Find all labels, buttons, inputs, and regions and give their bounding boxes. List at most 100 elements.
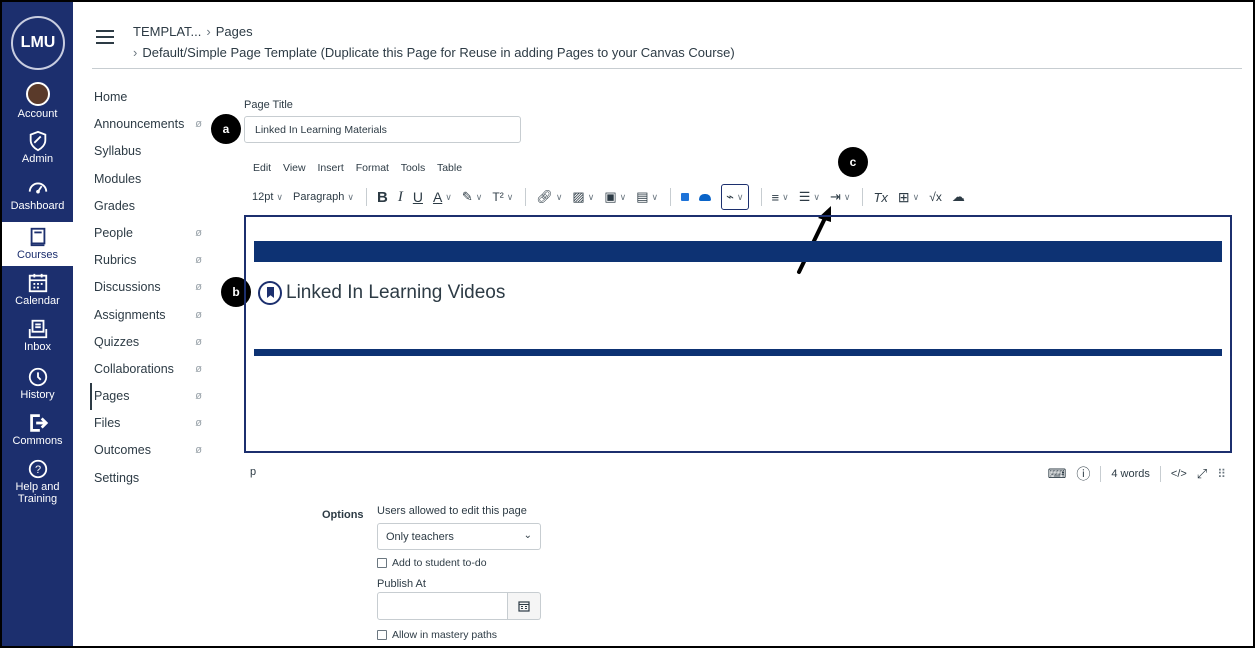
course-nav-item-settings[interactable]: Settings bbox=[94, 465, 204, 492]
screenshot-frame: LMU Account Admin Dashboard Courses Cale… bbox=[0, 0, 1255, 648]
resize-handle-icon[interactable]: ⠿ bbox=[1217, 467, 1226, 481]
font-size-select[interactable]: 12pt ∨ bbox=[252, 185, 283, 209]
link-icon[interactable]: 🔗︎ ∨ bbox=[536, 185, 562, 209]
course-nav-label: Settings bbox=[94, 470, 140, 485]
divider-band bbox=[254, 349, 1222, 356]
nav-admin[interactable]: Admin bbox=[2, 130, 73, 165]
menu-format[interactable]: Format bbox=[356, 162, 389, 174]
student-todo-checkbox[interactable]: Add to student to-do bbox=[377, 557, 487, 569]
cloud-upload-icon[interactable]: ☁ bbox=[952, 185, 965, 209]
menu-view[interactable]: View bbox=[283, 162, 306, 174]
text-color-icon[interactable]: A ∨ bbox=[433, 185, 452, 209]
superscript-icon[interactable]: T² ∨ bbox=[492, 185, 513, 209]
course-nav-label: Discussions bbox=[94, 280, 161, 295]
table-icon[interactable]: ⊞ ∨ bbox=[898, 185, 919, 209]
course-nav-item-syllabus[interactable]: Syllabus bbox=[94, 138, 204, 165]
italic-icon[interactable]: I bbox=[398, 185, 403, 209]
course-nav-item-home[interactable]: Home bbox=[94, 84, 204, 111]
media-icon[interactable]: ▣ ∨ bbox=[604, 185, 626, 209]
breadcrumb-course[interactable]: TEMPLAT... bbox=[133, 24, 201, 39]
nav-dashboard[interactable]: Dashboard bbox=[2, 177, 73, 212]
svg-text:?: ? bbox=[34, 464, 40, 476]
nav-label: Courses bbox=[17, 249, 58, 261]
course-nav-item-collaborations[interactable]: Collaborations ø bbox=[94, 356, 204, 383]
breadcrumb: TEMPLAT... › Pages › Default/Simple Page Te… bbox=[133, 21, 735, 63]
keyboard-icon[interactable]: ⌨ bbox=[1048, 466, 1067, 482]
word-count[interactable]: 4 words bbox=[1111, 468, 1150, 480]
calendar-icon bbox=[28, 273, 47, 293]
course-nav-label: Home bbox=[94, 90, 128, 104]
course-nav-item-quizzes[interactable]: Quizzes ø bbox=[94, 329, 204, 356]
course-nav-item-rubrics[interactable]: Rubrics ø bbox=[94, 247, 204, 274]
course-nav-item-files[interactable]: Files ø bbox=[94, 410, 204, 437]
breadcrumb-pages[interactable]: Pages bbox=[216, 24, 253, 39]
hidden-eye-icon: ø bbox=[195, 281, 202, 294]
nav-commons[interactable]: Commons bbox=[2, 412, 73, 447]
hidden-eye-icon: ø bbox=[195, 308, 202, 321]
edit-permission-select[interactable]: Only teachers ⌄ bbox=[377, 523, 541, 550]
toolbar-divider bbox=[862, 188, 864, 206]
clock-icon bbox=[28, 367, 47, 387]
mastery-paths-checkbox[interactable]: Allow in mastery paths bbox=[377, 629, 497, 641]
accessibility-icon[interactable]: ⓘ bbox=[1076, 464, 1090, 484]
image-icon[interactable]: ▨ ∨ bbox=[572, 185, 594, 209]
dashboard-icon bbox=[28, 182, 47, 194]
chevron-down-icon: ∨ bbox=[276, 191, 284, 202]
hamburger-menu-icon[interactable] bbox=[96, 30, 114, 44]
onedrive-icon[interactable] bbox=[699, 185, 712, 209]
course-nav-item-announcements[interactable]: Announcements ø bbox=[94, 111, 204, 138]
course-nav-label: Files bbox=[94, 416, 121, 431]
block-format-select[interactable]: Paragraph ∨ bbox=[293, 185, 354, 209]
html-toggle-icon[interactable]: </> bbox=[1171, 468, 1187, 480]
nav-help[interactable]: ? Help and Training bbox=[2, 458, 73, 505]
course-nav-item-discussions[interactable]: Discussions ø bbox=[94, 274, 204, 301]
page-title-input[interactable]: Linked In Learning Materials bbox=[244, 116, 521, 143]
equation-icon[interactable]: √x bbox=[929, 185, 942, 209]
checkbox-box[interactable] bbox=[377, 558, 387, 568]
course-nav-item-grades[interactable]: Grades bbox=[94, 193, 204, 220]
course-nav-item-people[interactable]: People ø bbox=[94, 220, 204, 247]
bold-icon[interactable]: B bbox=[377, 185, 388, 209]
course-nav-item-outcomes[interactable]: Outcomes ø bbox=[94, 437, 204, 464]
nav-calendar[interactable]: Calendar bbox=[2, 272, 73, 307]
course-nav-item-assignments[interactable]: Assignments ø bbox=[94, 302, 204, 329]
course-nav-label: Assignments bbox=[94, 307, 166, 322]
inbox-icon bbox=[28, 319, 47, 339]
menu-edit[interactable]: Edit bbox=[253, 162, 271, 174]
bookmark-icon bbox=[258, 281, 282, 305]
apps-plug-button[interactable]: ⌁ ∨ bbox=[721, 184, 749, 210]
clear-formatting-icon[interactable]: Tx bbox=[873, 185, 887, 209]
content-heading[interactable]: Linked In Learning Videos bbox=[258, 281, 505, 305]
font-size-value: 12pt bbox=[252, 191, 274, 203]
chevron-right-icon: › bbox=[206, 24, 211, 39]
nav-inbox[interactable]: Inbox bbox=[2, 318, 73, 353]
nav-courses[interactable]: Courses bbox=[2, 222, 73, 266]
lmu-logo[interactable]: LMU bbox=[11, 16, 65, 70]
toolbar-divider bbox=[760, 188, 762, 206]
course-nav-item-modules[interactable]: Modules bbox=[94, 166, 204, 193]
hidden-eye-icon: ø bbox=[195, 362, 202, 375]
course-nav-label: People bbox=[94, 225, 133, 240]
date-picker-button[interactable] bbox=[508, 592, 541, 620]
fullscreen-icon[interactable]: ⤢ bbox=[1197, 466, 1207, 482]
highlight-icon[interactable]: ✎ ∨ bbox=[462, 185, 483, 209]
calendar-icon bbox=[518, 601, 530, 612]
nav-account[interactable]: Account bbox=[2, 82, 73, 120]
underline-icon[interactable]: U bbox=[413, 185, 423, 209]
hidden-eye-icon: ø bbox=[195, 444, 202, 457]
marker-a: a bbox=[211, 114, 241, 144]
menu-tools[interactable]: Tools bbox=[401, 162, 426, 174]
element-path[interactable]: p bbox=[250, 466, 256, 478]
nav-history[interactable]: History bbox=[2, 366, 73, 401]
menu-insert[interactable]: Insert bbox=[318, 162, 344, 174]
nav-label: Calendar bbox=[15, 295, 60, 307]
office-icon[interactable] bbox=[681, 185, 690, 209]
menu-table[interactable]: Table bbox=[437, 162, 462, 174]
publish-at-input[interactable] bbox=[377, 592, 508, 620]
course-nav-item-pages[interactable]: Pages ø bbox=[90, 383, 204, 411]
checkbox-box[interactable] bbox=[377, 630, 387, 640]
nav-label: History bbox=[20, 389, 55, 401]
rich-content-editor[interactable]: Linked In Learning Videos bbox=[244, 215, 1232, 453]
course-nav-label: Rubrics bbox=[94, 253, 137, 268]
document-icon[interactable]: ▤ ∨ bbox=[636, 185, 658, 209]
